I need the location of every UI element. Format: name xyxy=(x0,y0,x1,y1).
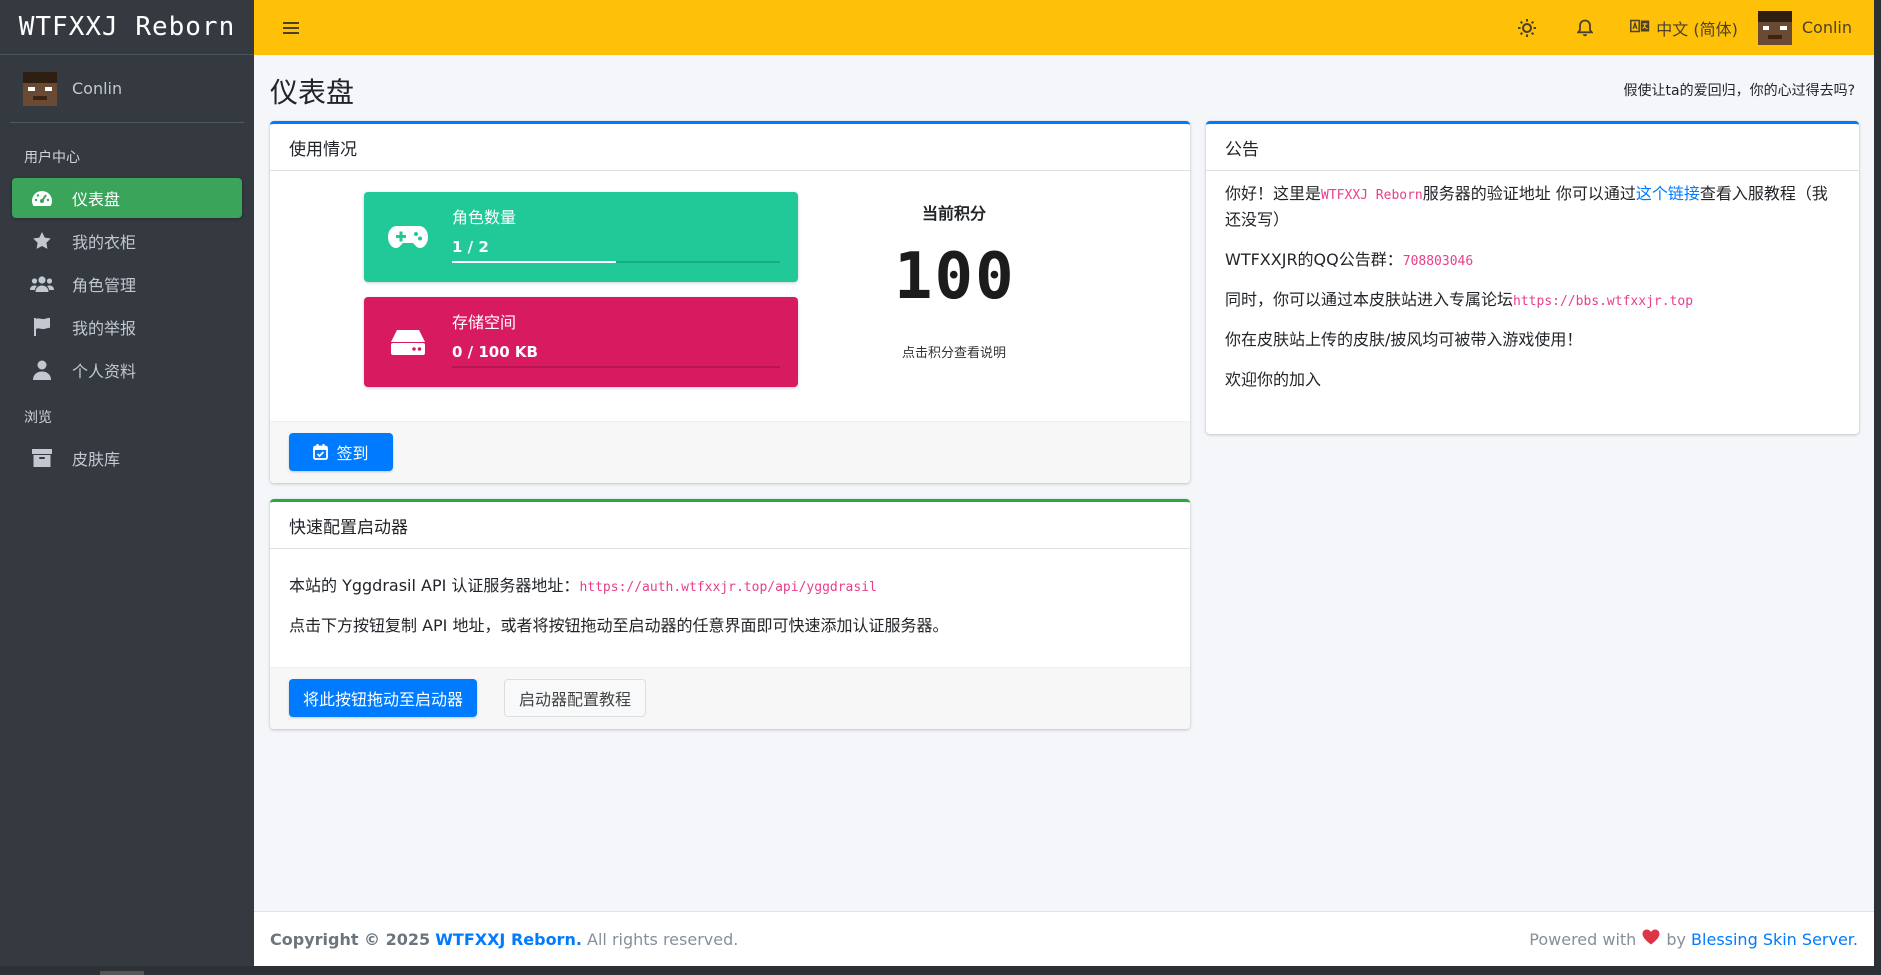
copyright-rights: All rights reserved. xyxy=(587,929,739,949)
gamepad-icon xyxy=(364,192,452,282)
hamburger-icon[interactable] xyxy=(278,15,304,41)
sidebar: WTFXXJ Reborn Conlin 用户中心 仪表盘 我的衣柜 角色管理 … xyxy=(0,0,254,966)
announcement-paragraph-1: 你好！这里是WTFXXJ Reborn服务器的验证地址 你可以通过这个链接查看入… xyxy=(1225,182,1845,232)
sidebar-item-label: 我的举报 xyxy=(72,319,137,338)
user-panel[interactable]: Conlin xyxy=(10,55,244,123)
players-progress xyxy=(452,261,780,263)
nav-header-browse: 浏览 xyxy=(24,410,52,426)
qq-group-code: 708803046 xyxy=(1402,254,1474,269)
sidebar-item-wardrobe[interactable]: 我的衣柜 xyxy=(12,221,242,261)
window-edge-mark xyxy=(100,971,144,975)
sign-in-button[interactable]: 签到 xyxy=(289,433,393,471)
sidebar-item-dashboard[interactable]: 仪表盘 xyxy=(12,178,242,218)
api-address-line: 本站的 Yggdrasil API 认证服务器地址：https://auth.w… xyxy=(289,572,877,596)
sidebar-item-label: 我的衣柜 xyxy=(72,233,137,252)
language-selector[interactable]: 中文 (简体) xyxy=(1630,16,1738,40)
announcement-paragraph-3: 同时，你可以通过本皮肤站进入专属论坛https://bbs.wtfxxjr.to… xyxy=(1225,286,1693,310)
api-address-prefix: 本站的 Yggdrasil API 认证服务器地址： xyxy=(289,576,580,595)
storage-info-box[interactable]: 存储空间 0 / 100 KB xyxy=(364,297,798,387)
language-label: 中文 (简体) xyxy=(1656,19,1738,39)
avatar xyxy=(1757,10,1792,45)
heart-icon xyxy=(1642,929,1660,949)
usage-card: 使用情况 角色数量 1 / 2 存储空间 0 / 100 KB 当前积分 100 xyxy=(270,121,1190,483)
content-wrapper: 仪表盘 假使让ta的爱回归，你的心过得去吗? 使用情况 角色数量 1 / 2 存… xyxy=(254,55,1874,911)
announcement-text: WTFXXJR的QQ公告群： xyxy=(1225,250,1403,269)
announcement-paragraph-2: WTFXXJR的QQ公告群：708803046 xyxy=(1225,246,1473,270)
archive-icon xyxy=(30,447,54,469)
powered-by: Powered with by Blessing Skin Server. xyxy=(1529,929,1858,949)
launcher-tutorial-button[interactable]: 启动器配置教程 xyxy=(504,679,647,717)
drag-to-launcher-button[interactable]: 将此按钮拖动至启动器 xyxy=(289,679,478,717)
sidebar-item-label: 角色管理 xyxy=(72,276,137,295)
sidebar-item-label: 皮肤库 xyxy=(72,450,121,469)
sidebar-item-skinlib[interactable]: 皮肤库 xyxy=(12,438,242,478)
nav-header-user-center: 用户中心 xyxy=(24,150,80,166)
launcher-instruction: 点击下方按钮复制 API 地址，或者将按钮拖动至启动器的任意界面即可快速添加认证… xyxy=(289,616,949,635)
announcement-text: 服务器的验证地址 你可以通过 xyxy=(1422,184,1636,203)
forum-url: https://bbs.wtfxxjr.top xyxy=(1513,294,1694,309)
players-label: 角色数量 xyxy=(452,208,517,227)
sidebar-user-name[interactable]: Conlin xyxy=(72,79,122,98)
announcement-text: 你好！这里是 xyxy=(1225,184,1322,203)
score-hint: 点击积分查看说明 xyxy=(902,346,1007,361)
score-value[interactable]: 100 xyxy=(894,240,1016,314)
storage-label: 存储空间 xyxy=(452,313,517,332)
server-name-code: WTFXXJ Reborn xyxy=(1321,188,1423,203)
top-navbar: 中文 (简体) Conlin xyxy=(254,0,1874,55)
window-edge-bottom xyxy=(0,966,1881,975)
announcement-text: 查看入服教程（我 xyxy=(1699,184,1828,203)
sidebar-item-reports[interactable]: 我的举报 xyxy=(12,307,242,347)
navbar-right: 中文 (简体) Conlin xyxy=(1504,0,1874,55)
announcement-text: 同时，你可以通过本皮肤站进入专属论坛 xyxy=(1225,290,1514,309)
score-title: 当前积分 xyxy=(922,204,987,223)
copyright-prefix: Copyright © 2025 xyxy=(270,929,431,949)
window-edge-right xyxy=(1874,0,1881,975)
storage-progress xyxy=(452,366,780,368)
page-title: 仪表盘 xyxy=(270,76,355,109)
api-url[interactable]: https://auth.wtfxxjr.top/api/yggdrasil xyxy=(579,580,876,595)
language-icon xyxy=(1630,18,1656,37)
sun-icon[interactable] xyxy=(1514,15,1540,41)
launcher-card-footer: 将此按钮拖动至启动器 启动器配置教程 xyxy=(270,667,1190,729)
sidebar-item-profile[interactable]: 个人资料 xyxy=(12,350,242,390)
user-menu[interactable]: Conlin xyxy=(1757,10,1852,45)
sidebar-item-label: 个人资料 xyxy=(72,362,137,381)
copyright: Copyright © 2025 WTFXXJ Reborn. All righ… xyxy=(270,930,738,949)
bell-icon[interactable] xyxy=(1572,15,1598,41)
star-icon xyxy=(30,230,54,252)
powered-prefix: Powered with xyxy=(1529,929,1637,949)
sidebar-item-label: 仪表盘 xyxy=(72,190,121,209)
usage-card-title: 使用情况 xyxy=(270,124,1190,171)
tutorial-link[interactable]: 这个链接 xyxy=(1636,184,1700,203)
players-info-box[interactable]: 角色数量 1 / 2 xyxy=(364,192,798,282)
avatar xyxy=(23,71,57,106)
players-value: 1 / 2 xyxy=(452,238,489,256)
announcement-text: 还没写） xyxy=(1225,210,1290,229)
players-progress-fill xyxy=(452,261,616,263)
announcement-card-title: 公告 xyxy=(1206,124,1859,171)
top-user-name: Conlin xyxy=(1801,18,1852,37)
page-footer: Copyright © 2025 WTFXXJ Reborn. All righ… xyxy=(254,911,1874,966)
announcement-card: 公告 你好！这里是WTFXXJ Reborn服务器的验证地址 你可以通过这个链接… xyxy=(1206,121,1859,434)
users-icon xyxy=(30,273,54,295)
hdd-icon xyxy=(364,297,452,387)
dashboard-icon xyxy=(30,187,54,209)
motto-text: 假使让ta的爱回归，你的心过得去吗? xyxy=(1623,83,1856,99)
blessing-skin-link[interactable]: Blessing Skin Server. xyxy=(1691,930,1858,949)
footer-site-link[interactable]: WTFXXJ Reborn. xyxy=(435,930,582,949)
announcement-paragraph-4: 你在皮肤站上传的皮肤/披风均可被带入游戏使用！ xyxy=(1225,330,1583,349)
calendar-check-icon xyxy=(313,444,329,460)
launcher-card-title: 快速配置启动器 xyxy=(270,502,1190,549)
usage-card-footer: 签到 xyxy=(270,421,1190,483)
user-icon xyxy=(30,359,54,381)
storage-value: 0 / 100 KB xyxy=(452,343,538,361)
brand-logo[interactable]: WTFXXJ Reborn xyxy=(0,0,254,55)
sign-in-label: 签到 xyxy=(336,444,369,463)
announcement-paragraph-5: 欢迎你的加入 xyxy=(1225,370,1322,389)
launcher-card: 快速配置启动器 本站的 Yggdrasil API 认证服务器地址：https:… xyxy=(270,499,1190,729)
powered-by-word: by xyxy=(1666,929,1686,949)
flag-icon xyxy=(30,316,54,338)
sidebar-item-players[interactable]: 角色管理 xyxy=(12,264,242,304)
